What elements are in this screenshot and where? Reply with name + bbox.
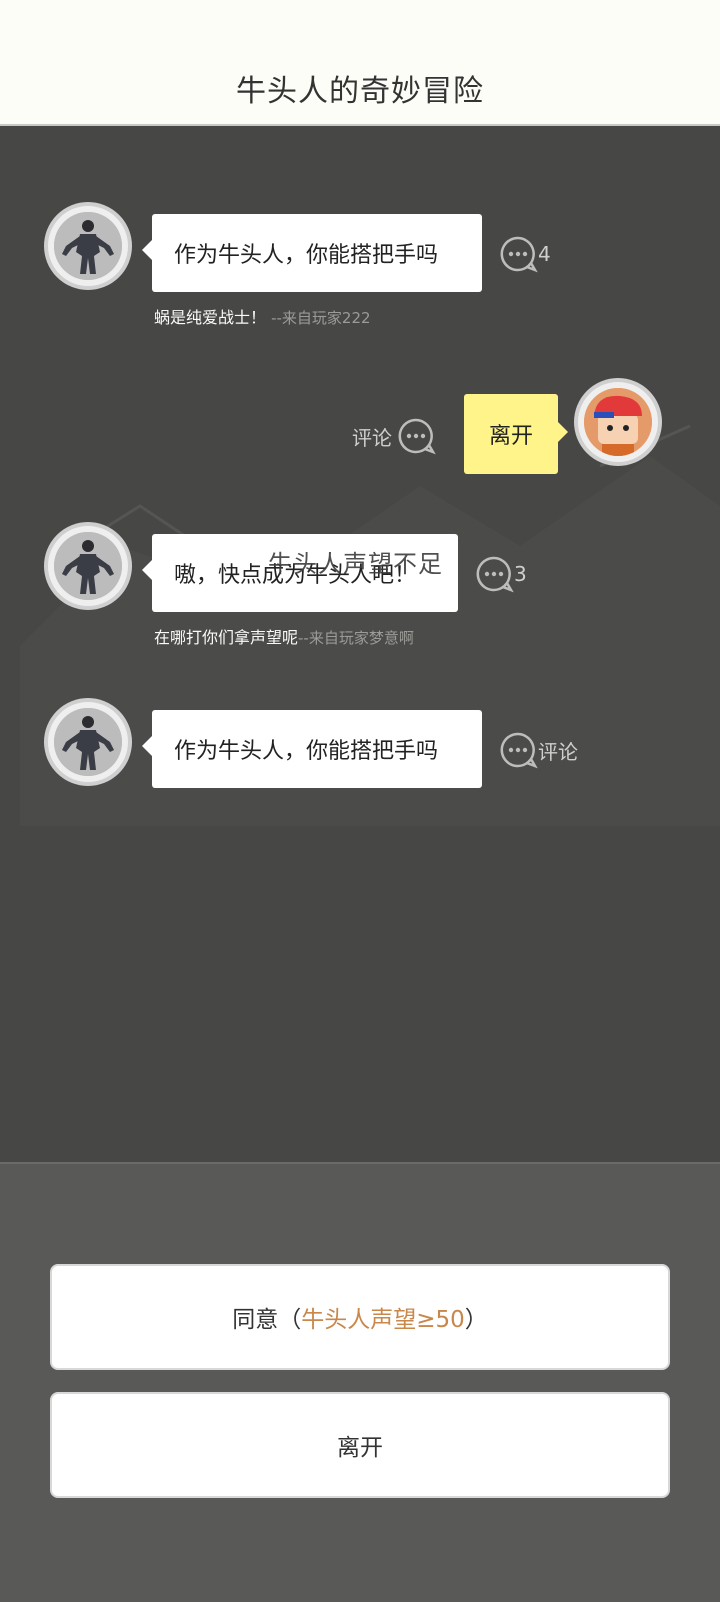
action-panel: 同意（ 牛头人声望≥50） 离开 xyxy=(0,1162,720,1602)
comment-count: 4 xyxy=(538,242,551,266)
message-text: 作为牛头人，你能搭把手吗 xyxy=(174,739,439,764)
player-avatar[interactable] xyxy=(574,378,662,466)
page-title: 牛头人的奇妙冒险 xyxy=(236,74,484,109)
attribution-text: 蜗是纯爱战士！ xyxy=(154,308,267,327)
attribution-source: --来自玩家222 xyxy=(271,309,371,327)
message-text: 离开 xyxy=(488,424,533,449)
comment-button[interactable]: 3 xyxy=(474,554,527,594)
comment-bubble-icon xyxy=(476,556,514,593)
npc-avatar[interactable] xyxy=(44,698,132,786)
agree-requirement: 牛头人声望≥50 xyxy=(301,1307,465,1333)
comment-button[interactable]: 评论 xyxy=(498,730,578,770)
leave-button[interactable]: 离开 xyxy=(50,1392,670,1498)
comment-label: 评论 xyxy=(538,739,578,764)
agree-label: 同意（ xyxy=(232,1307,302,1333)
top-header: 牛头人的奇妙冒险 xyxy=(0,0,720,126)
attribution-source: --来自玩家梦意啊 xyxy=(298,629,414,647)
armored-figure-icon xyxy=(54,532,122,600)
comment-button[interactable]: 4 xyxy=(498,234,551,274)
attribution-text: 在哪打你们拿声望呢 xyxy=(154,628,299,647)
player-message-bubble[interactable]: 离开 xyxy=(464,394,568,474)
message-bubble[interactable]: 作为牛头人，你能搭把手吗 xyxy=(142,710,482,788)
message-attribution: 蜗是纯爱战士！ --来自玩家222 xyxy=(154,304,371,328)
agree-close: ） xyxy=(464,1307,488,1333)
message-text: 作为牛头人，你能搭把手吗 xyxy=(174,243,439,268)
message-attribution: 在哪打你们拿声望呢--来自玩家梦意啊 xyxy=(154,624,414,648)
reputation-warning: 牛头人声望不足 xyxy=(268,550,443,578)
comment-label: 评论 xyxy=(352,425,392,450)
armored-figure-icon xyxy=(54,708,122,776)
message-bubble[interactable]: 作为牛头人，你能搭把手吗 xyxy=(142,214,482,292)
comment-bubble-icon xyxy=(398,418,436,455)
comment-bubble-icon xyxy=(500,236,538,273)
npc-avatar[interactable] xyxy=(44,202,132,290)
comment-bubble-icon xyxy=(500,732,538,769)
comment-button[interactable]: 评论 xyxy=(352,416,436,456)
npc-avatar[interactable] xyxy=(44,522,132,610)
leave-label: 离开 xyxy=(337,1435,383,1461)
red-cap-player-icon xyxy=(584,388,652,456)
comment-count: 3 xyxy=(514,562,527,586)
chat-area[interactable]: 作为牛头人，你能搭把手吗 4 蜗是纯爱战士！ --来自玩家222 评论 离开 嗷… xyxy=(0,126,720,1162)
armored-figure-icon xyxy=(54,212,122,280)
agree-button[interactable]: 同意（ 牛头人声望≥50） xyxy=(50,1264,670,1370)
